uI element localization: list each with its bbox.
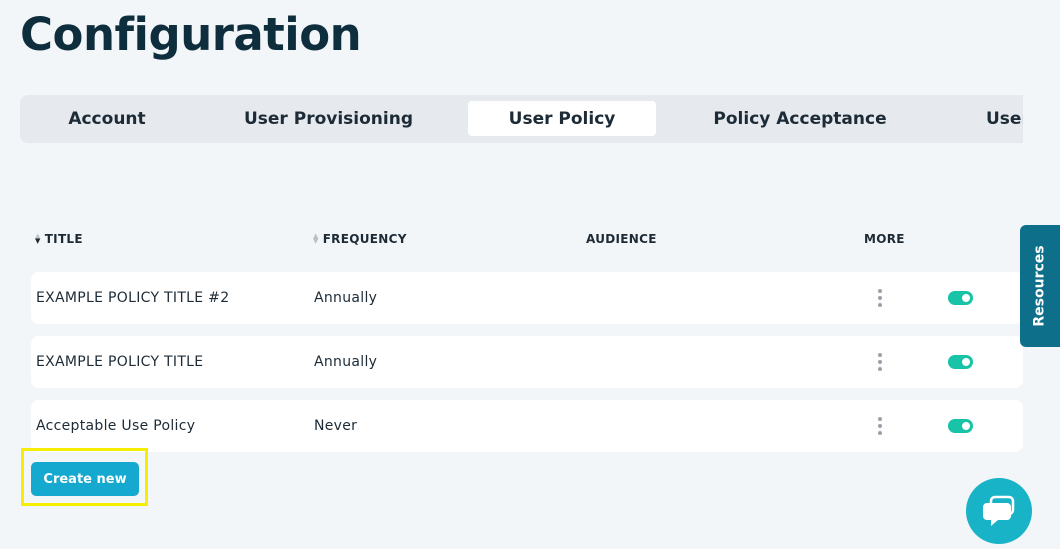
tab-bar: Account User Provisioning User Policy Po… — [20, 95, 1023, 143]
tab-user-provisioning[interactable]: User Provisioning — [230, 101, 427, 136]
policy-enabled-toggle[interactable] — [948, 355, 973, 369]
policy-frequency: Never — [314, 418, 358, 434]
create-new-button[interactable]: Create new — [31, 462, 139, 496]
chat-bubble-icon — [983, 495, 1015, 526]
column-header-frequency[interactable]: ▲ ▼ FREQUENCY — [313, 232, 407, 246]
kebab-menu-icon[interactable] — [877, 289, 883, 307]
column-header-audience: AUDIENCE — [586, 232, 657, 246]
kebab-menu-icon[interactable] — [877, 417, 883, 435]
policy-frequency: Annually — [314, 290, 378, 306]
table-row[interactable]: EXAMPLE POLICY TITLE Annually — [31, 336, 1023, 388]
column-header-frequency-label: FREQUENCY — [322, 232, 407, 246]
page-title: Configuration — [20, 8, 362, 61]
policy-title: EXAMPLE POLICY TITLE — [36, 354, 204, 370]
tab-account[interactable]: Account — [40, 101, 174, 136]
page: Configuration Account User Provisioning … — [0, 0, 1060, 549]
sort-icon: ▲ ▼ — [313, 232, 319, 245]
tab-user-policy[interactable]: User Policy — [468, 101, 656, 136]
sort-icon: ▲ ▼ — [35, 232, 41, 245]
tab-policy-acceptance[interactable]: Policy Acceptance — [700, 101, 900, 136]
column-header-audience-label: AUDIENCE — [586, 232, 657, 246]
policy-title: Acceptable Use Policy — [36, 418, 196, 434]
tab-user-truncated[interactable]: User — [986, 101, 1023, 136]
column-header-more-label: MORE — [864, 232, 905, 246]
table-header: ▲ ▼ TITLE ▲ ▼ FREQUENCY AUDIENCE MORE — [31, 232, 1023, 248]
policy-frequency: Annually — [314, 354, 378, 370]
column-header-title[interactable]: ▲ ▼ TITLE — [35, 232, 83, 246]
column-header-title-label: TITLE — [44, 232, 83, 246]
table-row[interactable]: Acceptable Use Policy Never — [31, 400, 1023, 452]
column-header-more: MORE — [864, 232, 905, 246]
table-row[interactable]: EXAMPLE POLICY TITLE #2 Annually — [31, 272, 1023, 324]
policy-title: EXAMPLE POLICY TITLE #2 — [36, 290, 230, 306]
resources-label: Resources — [1032, 245, 1049, 327]
policy-enabled-toggle[interactable] — [948, 291, 973, 305]
kebab-menu-icon[interactable] — [877, 353, 883, 371]
policy-enabled-toggle[interactable] — [948, 419, 973, 433]
resources-side-tab[interactable]: Resources — [1020, 225, 1060, 347]
chat-button[interactable] — [966, 478, 1032, 544]
